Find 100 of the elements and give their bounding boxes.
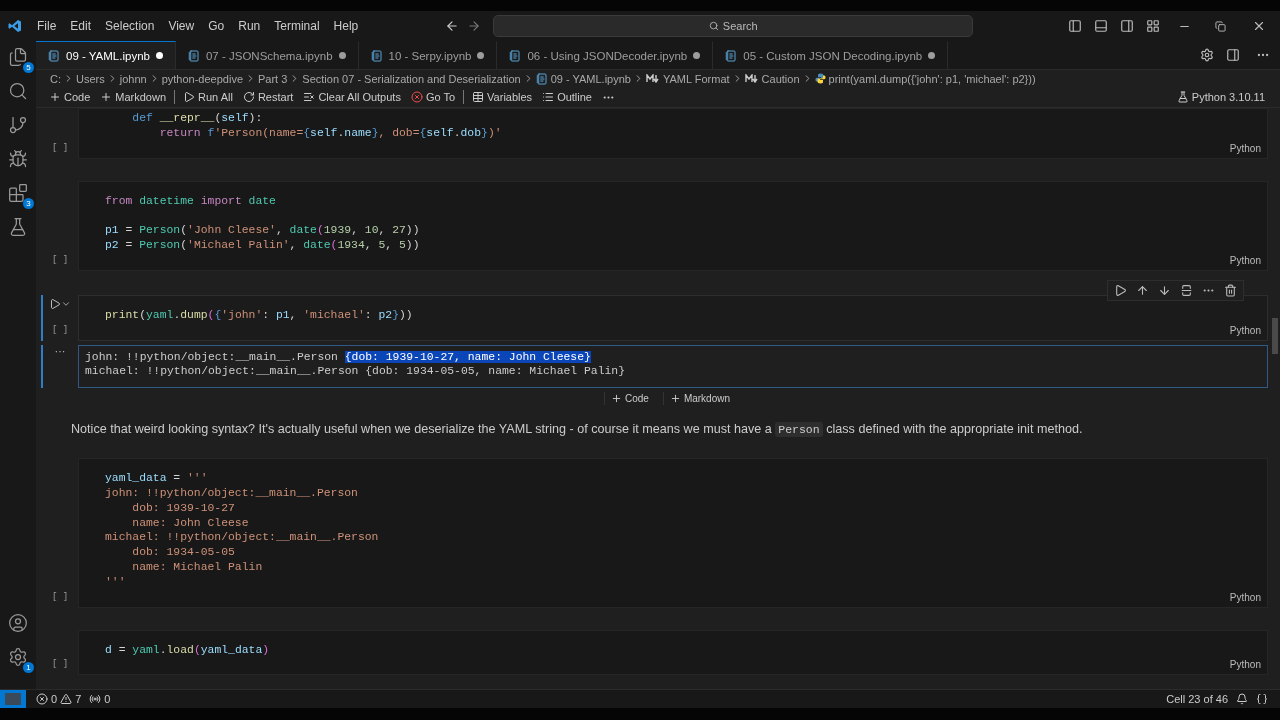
- restart-icon: [242, 91, 255, 103]
- files-icon[interactable]: [8, 47, 28, 67]
- execution-count: [ ]: [51, 591, 69, 602]
- kernel-picker[interactable]: Python 3.10.11: [1171, 91, 1270, 103]
- problems-status[interactable]: 0 7: [32, 693, 86, 705]
- editor-logo: [8, 19, 22, 33]
- markdown-icon: [744, 74, 759, 83]
- split-cell-icon[interactable]: [1180, 283, 1193, 297]
- toolbar-button[interactable]: Outline: [537, 91, 597, 103]
- markdown-paragraph: Notice that weird looking syntax? It's actually useful when we deserialize the YAML string - of course it means we must have a Person class defined with the appropriate init method.: [71, 422, 1084, 437]
- insert-cell-button[interactable]: Code: [603, 392, 655, 406]
- toolbar-button[interactable]: Go To: [405, 91, 461, 103]
- code-line: from datetime import date: [105, 193, 277, 209]
- plus-icon: [610, 393, 622, 405]
- toolbar-button[interactable]: Run All: [178, 91, 238, 103]
- breadcrumb-item[interactable]: print(yaml.dump({'john': p1, 'michael': p2})): [828, 72, 1036, 85]
- menu-item[interactable]: Help: [326, 19, 366, 33]
- branch-icon[interactable]: [8, 115, 28, 135]
- run-cell-button[interactable]: [49, 297, 61, 310]
- menu-item[interactable]: Run: [231, 19, 268, 33]
- restore-icon[interactable]: [1215, 20, 1226, 32]
- code-cell[interactable]: print(yaml.dump({'john': p1, 'michael': p2})) Python: [78, 294, 1268, 341]
- delete-icon[interactable]: [1224, 283, 1237, 297]
- toolbar-button[interactable]: Clear All Outputs: [298, 91, 406, 103]
- output-line: john: !!python/object:__main__.Person {dob: 1939-10-27, name: John Cleese}: [85, 349, 592, 365]
- menu-item[interactable]: File: [30, 19, 64, 33]
- run-above-icon[interactable]: [1136, 283, 1149, 297]
- cell-language-label[interactable]: Python: [1229, 254, 1261, 266]
- plus-icon: [669, 393, 681, 405]
- breadcrumb-item[interactable]: 09 - YAML.ipynb: [550, 72, 631, 85]
- search-icon: [708, 21, 719, 31]
- braces-icon[interactable]: [1256, 693, 1268, 705]
- breadcrumb-item[interactable]: Users: [76, 72, 105, 85]
- menu-item[interactable]: View: [161, 19, 202, 33]
- forward-icon[interactable]: [467, 19, 482, 33]
- run-icon[interactable]: [1114, 283, 1127, 297]
- cell-language-label[interactable]: Python: [1229, 591, 1261, 603]
- code-line: name: Michael Palin: [131, 559, 264, 575]
- blocks-icon[interactable]: [8, 183, 28, 203]
- search-icon[interactable]: [8, 81, 28, 101]
- table-icon: [472, 91, 485, 103]
- cell-position[interactable]: Cell 23 of 46: [1162, 693, 1232, 705]
- clear-icon: [303, 91, 316, 103]
- scrollbar-thumb[interactable]: [1272, 318, 1278, 354]
- count-badge: 1: [23, 662, 34, 673]
- code-cell[interactable]: from datetime import date p1 = Person('John Cleese', date(1939, 10, 27)) p2 = Person('Michael Palin', date(1934, 5, 5)) Python: [78, 180, 1268, 271]
- cell-language-label[interactable]: Python: [1229, 659, 1261, 671]
- toolbar-button[interactable]: Variables: [467, 91, 538, 103]
- settings-icon[interactable]: [8, 647, 28, 667]
- notebook-icon: [370, 49, 383, 62]
- menu-item[interactable]: Selection: [98, 19, 162, 33]
- editor-tab[interactable]: 09 - YAML.ipynb: [36, 41, 176, 69]
- notebook-icon: [535, 72, 548, 85]
- toggle-secondary-sidebar-icon[interactable]: [1120, 19, 1134, 33]
- bug-icon[interactable]: [8, 149, 28, 169]
- menu-item[interactable]: Edit: [63, 19, 99, 33]
- code-cell[interactable]: yaml_data = ''' john: !!python/object:__main__.Person dob: 1939-10-27 name: John Cleese michael: !!python/object:__main__.Person dob: 1934-05-05 name: Michael Palin ''' Python: [78, 458, 1268, 608]
- close-icon[interactable]: [1252, 19, 1266, 33]
- code-cell[interactable]: def __repr__(self): return f'Person(name={self.name}, dob={self.dob})' Python: [78, 108, 1268, 159]
- execution-count: [ ]: [51, 254, 69, 265]
- menu-item[interactable]: Go: [201, 19, 232, 33]
- search-field[interactable]: Search: [493, 15, 974, 37]
- notebook-icon: [725, 49, 738, 62]
- breadcrumb-item[interactable]: Part 3: [258, 72, 288, 85]
- insert-cell-button[interactable]: Markdown: [662, 392, 736, 406]
- breadcrumb-item[interactable]: C:: [50, 72, 61, 85]
- settings-icon[interactable]: [1200, 48, 1214, 62]
- error-icon: [36, 693, 48, 705]
- toggle-panel-icon[interactable]: [1094, 19, 1108, 33]
- cell-language-label[interactable]: Python: [1229, 324, 1261, 336]
- breadcrumb-item[interactable]: johnn: [119, 72, 147, 85]
- toolbar-button[interactable]: Markdown: [95, 91, 172, 103]
- split-editor-icon[interactable]: [1226, 48, 1240, 62]
- list-icon: [542, 91, 555, 103]
- notifications-icon[interactable]: [1236, 693, 1248, 705]
- code-line: p1 = Person('John Cleese', date(1939, 10, 27)): [105, 223, 421, 238]
- toolbar-button[interactable]: Restart: [237, 91, 299, 103]
- breadcrumb-item[interactable]: Caution: [761, 72, 800, 85]
- output-menu-icon[interactable]: ···: [54, 344, 66, 357]
- layout-icon[interactable]: [1146, 19, 1160, 33]
- code-line: name: John Cleese: [131, 515, 250, 531]
- toolbar-button[interactable]: Code: [44, 91, 96, 103]
- run-below-icon[interactable]: [1158, 283, 1171, 297]
- cell-language-label[interactable]: Python: [1229, 142, 1261, 154]
- ports-status[interactable]: 0: [85, 693, 115, 705]
- code-line: dob: 1934-05-05: [131, 545, 236, 560]
- breadcrumb-item[interactable]: Section 07 - Serialization and Deserialization: [302, 72, 521, 85]
- plus-icon: [100, 91, 113, 103]
- breadcrumb-item[interactable]: YAML Format: [662, 72, 730, 85]
- code-cell[interactable]: d = yaml.load(yaml_data) Python: [78, 629, 1268, 676]
- account-icon[interactable]: [8, 613, 28, 633]
- back-icon[interactable]: [445, 19, 460, 33]
- code-line: yaml_data = ''': [105, 471, 209, 486]
- flask-icon[interactable]: [8, 217, 28, 237]
- code-line: return f'Person(name={self.name}, dob={self.dob})': [158, 125, 503, 141]
- notebook-icon: [48, 49, 60, 62]
- menu-item[interactable]: Terminal: [267, 19, 327, 33]
- breadcrumb-item[interactable]: python-deepdive: [161, 72, 243, 85]
- code-line: d = yaml.load(yaml_data): [105, 642, 271, 658]
- toggle-sidebar-icon[interactable]: [1068, 19, 1082, 33]
